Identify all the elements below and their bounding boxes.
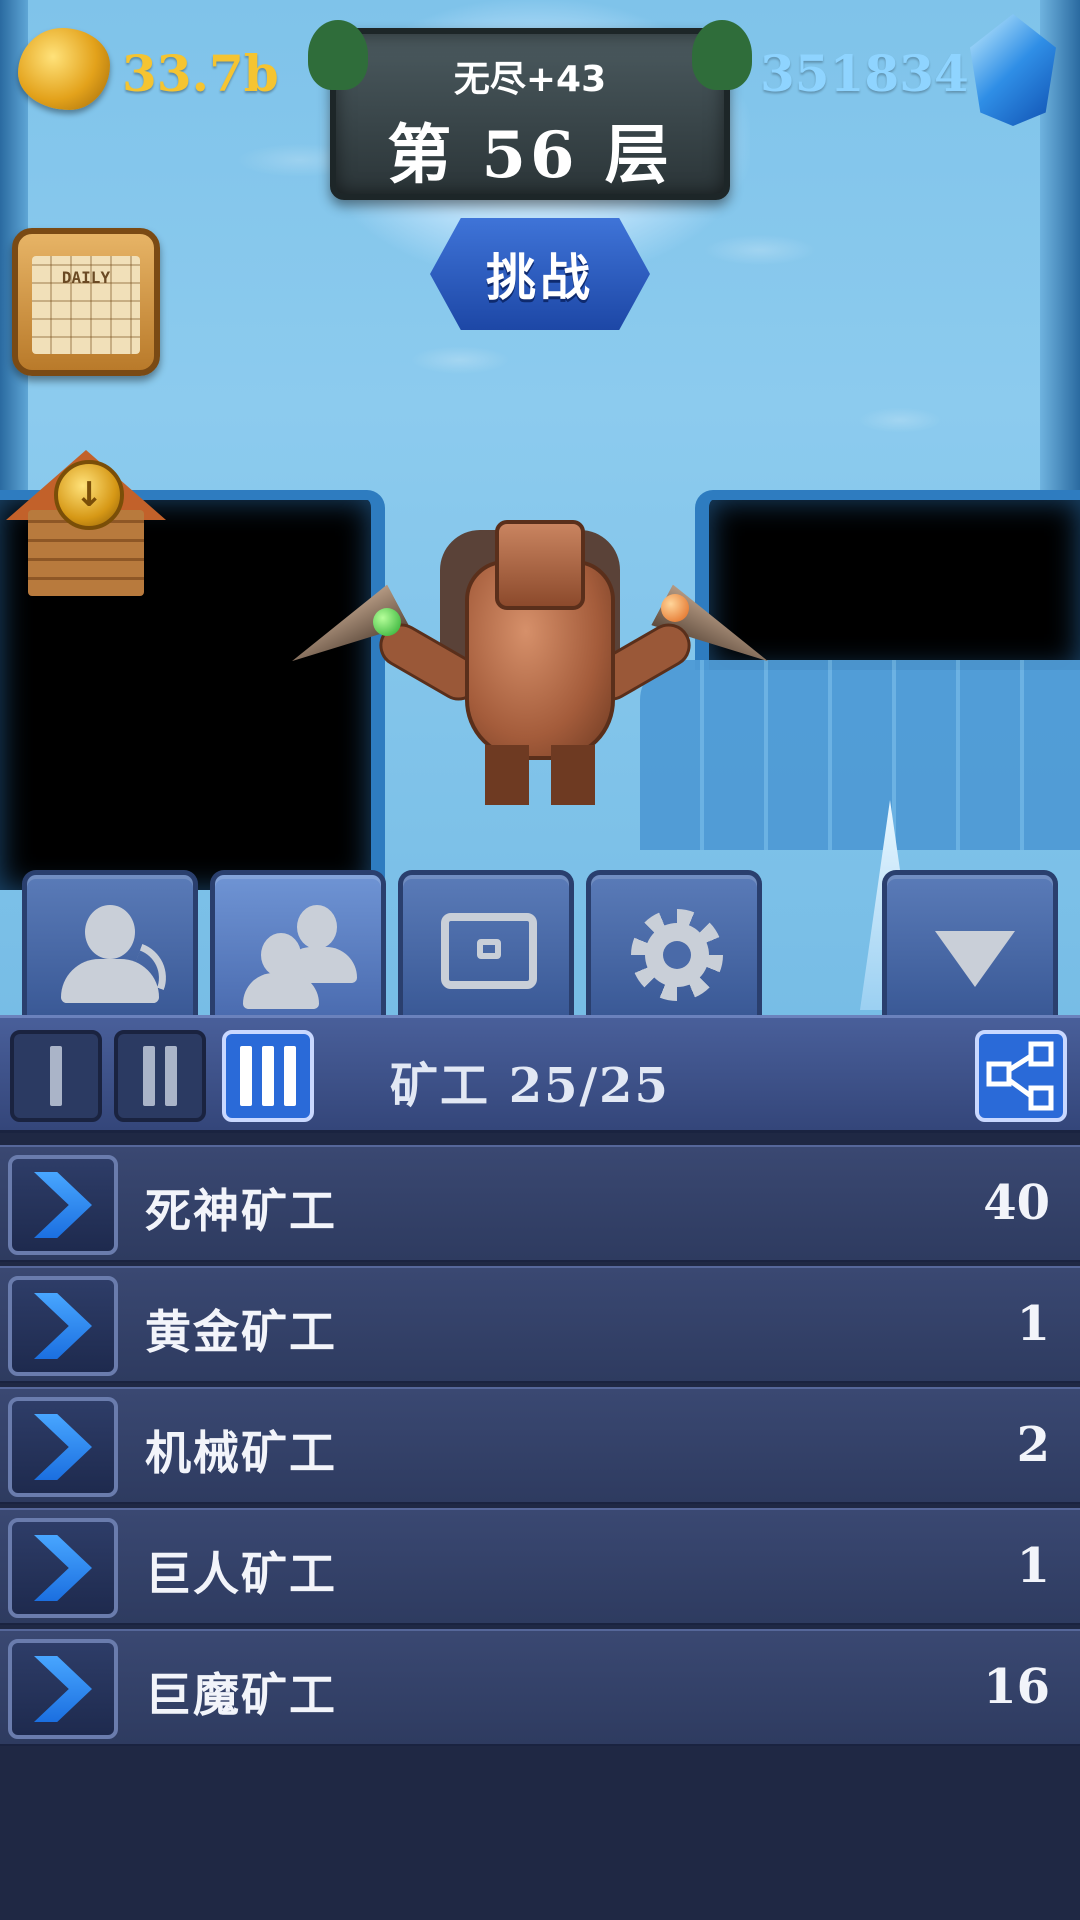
tier-bar <box>262 1046 274 1106</box>
tab-miner-group[interactable] <box>210 870 386 1015</box>
expand-button[interactable] <box>8 1518 118 1618</box>
tier-bar <box>165 1046 177 1106</box>
challenge-label: 挑战 <box>486 249 594 307</box>
chevron-right-icon <box>34 1535 92 1601</box>
chevron-right-icon <box>34 1172 92 1238</box>
miner-list: 死神矿工 40 黄金矿工 1 机械矿工 2 巨人矿工 1 巨魔矿工 16 <box>0 1145 1080 1750</box>
chevron-right-icon <box>34 1414 92 1480</box>
miner-count: 16 <box>983 1659 1050 1715</box>
coin-down-icon: ↓ <box>54 460 124 530</box>
orange-gem-icon <box>661 594 689 622</box>
level-sign: 无尽+43 第 56 层 <box>308 20 752 200</box>
panel-header: 矿工 25/25 <box>0 1015 1080 1133</box>
tier-bar <box>143 1046 155 1106</box>
endless-level: 无尽+43 <box>453 59 607 100</box>
expand-button[interactable] <box>8 1639 118 1739</box>
panel-title: 矿工 25/25 <box>390 1058 670 1114</box>
miner-panel: 矿工 25/25 死神矿工 40 黄金矿工 1 机械矿工 2 巨人矿工 1 巨魔… <box>0 1015 1080 1920</box>
chest-lock-icon <box>477 939 501 959</box>
miner-legs <box>485 745 595 805</box>
challenge-button[interactable]: 挑战 <box>430 218 650 330</box>
tab-single-miner[interactable] <box>22 870 198 1015</box>
miner-name: 黄金矿工 <box>145 1305 337 1359</box>
tier-1-button[interactable] <box>10 1030 102 1122</box>
miner-head <box>495 520 585 610</box>
expand-button[interactable] <box>8 1397 118 1497</box>
list-item[interactable]: 巨人矿工 1 <box>0 1508 1080 1625</box>
tier-bar <box>284 1046 296 1106</box>
miner-name: 巨魔矿工 <box>145 1668 337 1722</box>
miner-group-front-head <box>261 933 301 977</box>
miner-count: 2 <box>1016 1417 1050 1473</box>
list-item[interactable]: 巨魔矿工 16 <box>0 1629 1080 1746</box>
game-scene: 33.7b 351834 无尽+43 第 56 层 挑战 DAILY ↓ <box>0 0 1080 1015</box>
list-item[interactable]: 机械矿工 2 <box>0 1387 1080 1504</box>
chevron-right-icon <box>34 1293 92 1359</box>
green-gem-icon <box>373 608 401 636</box>
miner-count: 1 <box>1016 1538 1050 1594</box>
miner-count: 1 <box>1016 1296 1050 1352</box>
list-item[interactable]: 死神矿工 40 <box>0 1145 1080 1262</box>
share-icon <box>986 1041 1054 1111</box>
tier-bar <box>50 1046 62 1106</box>
tier-3-button[interactable] <box>222 1030 314 1122</box>
tab-settings[interactable] <box>586 870 762 1015</box>
miner-name: 机械矿工 <box>145 1426 337 1480</box>
collapse-panel-button[interactable] <box>882 870 1058 1015</box>
shop-house-button[interactable]: ↓ <box>6 430 166 602</box>
miner-group-icon <box>297 905 337 949</box>
miner-name: 死神矿工 <box>145 1184 337 1238</box>
gold-amount: 33.7b <box>122 44 279 103</box>
tier-2-button[interactable] <box>114 1030 206 1122</box>
gear-hole <box>663 941 691 969</box>
daily-label: DAILY <box>61 268 111 287</box>
miner-count: 40 <box>983 1175 1050 1231</box>
tier-bar <box>240 1046 252 1106</box>
chevron-right-icon <box>34 1656 92 1722</box>
gold-nugget-icon <box>18 28 110 110</box>
list-item[interactable]: 黄金矿工 1 <box>0 1266 1080 1383</box>
tab-chest[interactable] <box>398 870 574 1015</box>
daily-calendar-button[interactable]: DAILY <box>12 228 160 376</box>
share-button[interactable] <box>975 1030 1067 1122</box>
expand-button[interactable] <box>8 1276 118 1376</box>
miner-name: 巨人矿工 <box>145 1547 337 1601</box>
down-arrow-icon <box>935 931 1015 987</box>
floor-number: 第 56 层 <box>387 118 673 193</box>
miner-character[interactable] <box>285 490 775 820</box>
gem-amount: 351834 <box>760 44 969 103</box>
single-miner-icon <box>85 905 135 959</box>
expand-button[interactable] <box>8 1155 118 1255</box>
